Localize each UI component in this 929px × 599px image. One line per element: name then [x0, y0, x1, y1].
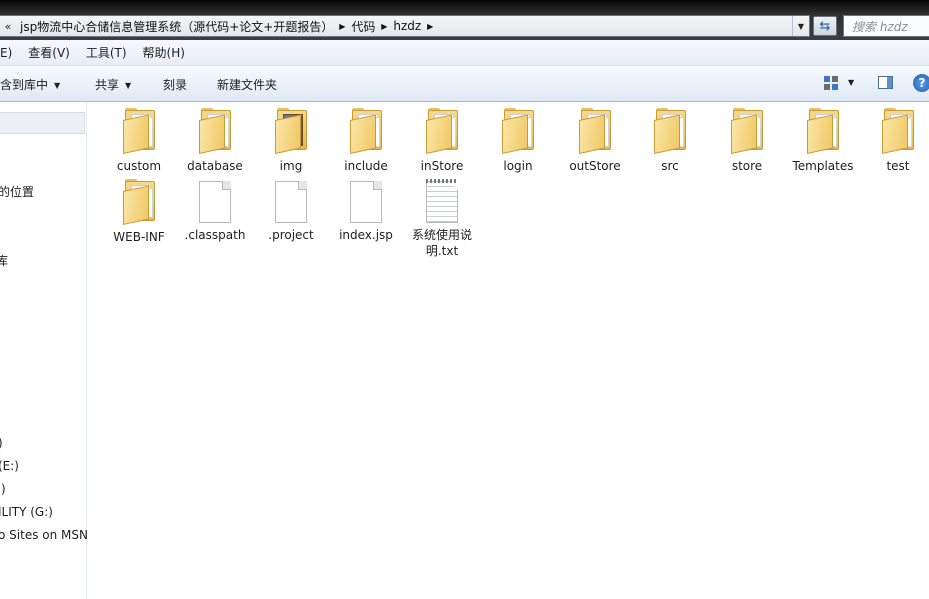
breadcrumb-arrow-icon[interactable]: ▶ [425, 22, 435, 31]
file-name: 系统使用说明.txt [411, 228, 472, 258]
breadcrumb-item-code[interactable]: 代码 [347, 18, 379, 35]
file-name: login [503, 159, 533, 173]
window-title-strip [0, 0, 929, 13]
breadcrumb-item-project[interactable]: jsp物流中心合储信息管理系统（源代码+论文+开题报告） [16, 18, 337, 35]
file-item-src[interactable]: src [632, 108, 708, 174]
file-name: Templates [792, 159, 854, 173]
folder-icon [121, 179, 157, 225]
file-icon [275, 181, 307, 223]
search-input[interactable]: 搜索 hzdz [843, 15, 929, 37]
address-bar[interactable]: « jsp物流中心合储信息管理系统（源代码+论文+开题报告） ▶ 代码 ▶ hz… [0, 15, 810, 37]
file-name: outStore [569, 159, 621, 173]
file-item-test[interactable]: test [860, 108, 929, 174]
folder-icon [729, 108, 765, 154]
view-options-icon[interactable] [823, 75, 839, 91]
chevron-down-icon: ▼ [125, 81, 132, 90]
folder-icon [652, 108, 688, 154]
breadcrumb-arrow-icon[interactable]: ▶ [337, 22, 347, 31]
nav-item-libraries[interactable]: 库 [0, 252, 8, 269]
file-item-custom[interactable]: custom [101, 108, 177, 174]
folder-icon [121, 108, 157, 154]
file-name: inStore [420, 159, 464, 173]
folder-icon [348, 108, 384, 154]
address-row: « jsp物流中心合储信息管理系统（源代码+论文+开题报告） ▶ 代码 ▶ hz… [0, 13, 929, 40]
breadcrumb-arrow-icon[interactable]: ▶ [379, 22, 389, 31]
new-folder-label: 新建文件夹 [217, 78, 278, 92]
file-name: src [661, 159, 679, 173]
include-in-library-button[interactable]: 包含到库中 ▼ [0, 76, 60, 93]
file-name: custom [116, 159, 162, 173]
refresh-button[interactable]: ⇆ [813, 16, 837, 36]
folder-icon [197, 108, 233, 154]
file-name: test [886, 159, 910, 173]
file-item-project[interactable]: .project [253, 179, 329, 243]
menu-tools[interactable]: 工具(T) [86, 44, 127, 61]
new-folder-button[interactable]: 新建文件夹 [217, 76, 277, 93]
file-name: index.jsp [339, 228, 393, 242]
address-dropdown-icon[interactable]: ▼ [792, 16, 809, 36]
chevron-down-icon: ▼ [54, 81, 61, 90]
view-options-chevron-icon[interactable]: ▼ [848, 78, 854, 87]
file-item-instore[interactable]: inStore [404, 108, 480, 174]
file-icon [199, 181, 231, 223]
menu-help[interactable]: 帮助(H) [143, 44, 185, 61]
help-icon[interactable]: ? [913, 74, 929, 92]
burn-button[interactable]: 刻录 [163, 76, 187, 93]
folder-icon [500, 108, 536, 154]
include-in-library-label: 包含到库中 [0, 78, 49, 92]
command-bar: 包含到库中 ▼ 共享 ▼ 刻录 新建文件夹 ▼ ? [0, 66, 929, 102]
share-button[interactable]: 共享 ▼ [95, 76, 131, 93]
file-item-index-jsp[interactable]: index.jsp [328, 179, 404, 243]
file-item-include[interactable]: include [328, 108, 404, 174]
share-label: 共享 [95, 78, 120, 92]
file-icon [350, 181, 382, 223]
file-name: img [279, 159, 303, 173]
file-item-login[interactable]: login [480, 108, 556, 174]
navigation-pane: 的位置 库 ) (E:) :) ILITY (G:) o Sites on MS… [0, 102, 88, 599]
file-item-templates[interactable]: Templates [785, 108, 861, 174]
breadcrumb-overflow[interactable]: « [0, 20, 16, 33]
refresh-icon: ⇆ [819, 18, 831, 34]
folder-icon [880, 108, 916, 154]
nav-item-drive-f[interactable]: :) [0, 482, 6, 496]
file-item-readme-txt[interactable]: 系统使用说明.txt [404, 179, 480, 259]
file-name: .classpath [184, 228, 246, 242]
file-name: include [344, 159, 388, 173]
folder-icon [424, 108, 460, 154]
file-name: store [731, 159, 763, 173]
menu-view[interactable]: 查看(V) [28, 44, 70, 61]
folder-icon [577, 108, 613, 154]
nav-item-drive-c[interactable]: ) [0, 436, 3, 450]
text-file-icon [426, 179, 458, 223]
file-item-store[interactable]: store [709, 108, 785, 174]
menu-edit[interactable]: E) [0, 46, 12, 60]
file-list: custom database img include inStore logi… [87, 102, 929, 599]
nav-item-msn-sites[interactable]: o Sites on MSN [0, 528, 88, 542]
file-item-img[interactable]: img [253, 108, 329, 174]
file-item-web-inf[interactable]: WEB-INF [101, 179, 177, 245]
nav-item-drive-e[interactable]: (E:) [0, 459, 19, 473]
folder-icon [805, 108, 841, 154]
file-item-database[interactable]: database [177, 108, 253, 174]
menu-bar: E) 查看(V) 工具(T) 帮助(H) [0, 40, 929, 66]
burn-label: 刻录 [163, 78, 188, 92]
breadcrumb-item-hzdz[interactable]: hzdz [389, 19, 425, 33]
file-name: WEB-INF [113, 230, 165, 244]
nav-item-drive-g[interactable]: ILITY (G:) [0, 505, 53, 519]
nav-item-recent-places[interactable]: 的位置 [0, 183, 34, 200]
file-name: .project [268, 228, 314, 242]
nav-selected-item[interactable] [0, 112, 85, 134]
image-folder-icon [273, 108, 309, 154]
preview-pane-icon[interactable] [878, 76, 893, 89]
file-item-outstore[interactable]: outStore [557, 108, 633, 174]
file-name: database [187, 159, 243, 173]
file-item-classpath[interactable]: .classpath [177, 179, 253, 243]
